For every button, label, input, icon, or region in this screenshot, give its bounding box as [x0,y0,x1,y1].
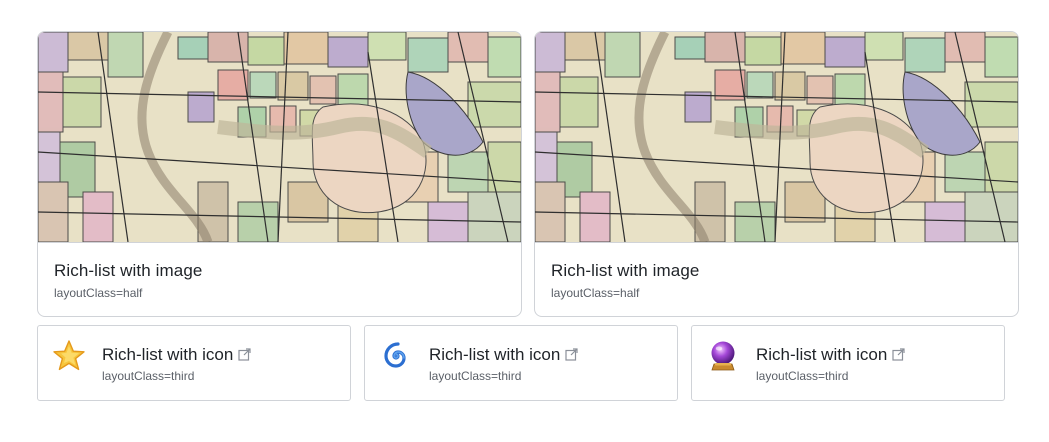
card-title: Rich-list with image [54,261,203,280]
card-subtitle: layoutClass=third [102,369,195,383]
card-title: Rich-list with icon [429,345,578,365]
crystal-ball-icon [706,339,740,373]
card-title: Rich-list with icon [756,345,905,365]
map-thumbnail [38,32,521,243]
star-icon [52,339,86,373]
rich-list-icon-card[interactable]: Rich-list with icon layoutClass=third [691,325,1005,401]
external-link-icon [565,348,578,361]
rich-list-image-card[interactable]: Rich-list with image layoutClass=half [534,31,1019,317]
card-title: Rich-list with icon [102,345,251,365]
card-subtitle: layoutClass=third [756,369,849,383]
rich-list-icon-card[interactable]: Rich-list with icon layoutClass=third [37,325,351,401]
external-link-icon [238,348,251,361]
card-subtitle: layoutClass=half [551,286,640,300]
card-subtitle: layoutClass=third [429,369,522,383]
card-title: Rich-list with image [551,261,700,280]
rich-list-grid: Rich-list with image layoutClass=half Ri… [0,0,1049,442]
cyclone-icon [379,339,413,373]
rich-list-image-card[interactable]: Rich-list with image layoutClass=half [37,31,522,317]
map-thumbnail [535,32,1018,243]
rich-list-icon-card[interactable]: Rich-list with icon layoutClass=third [364,325,678,401]
external-link-icon [892,348,905,361]
card-subtitle: layoutClass=half [54,286,143,300]
